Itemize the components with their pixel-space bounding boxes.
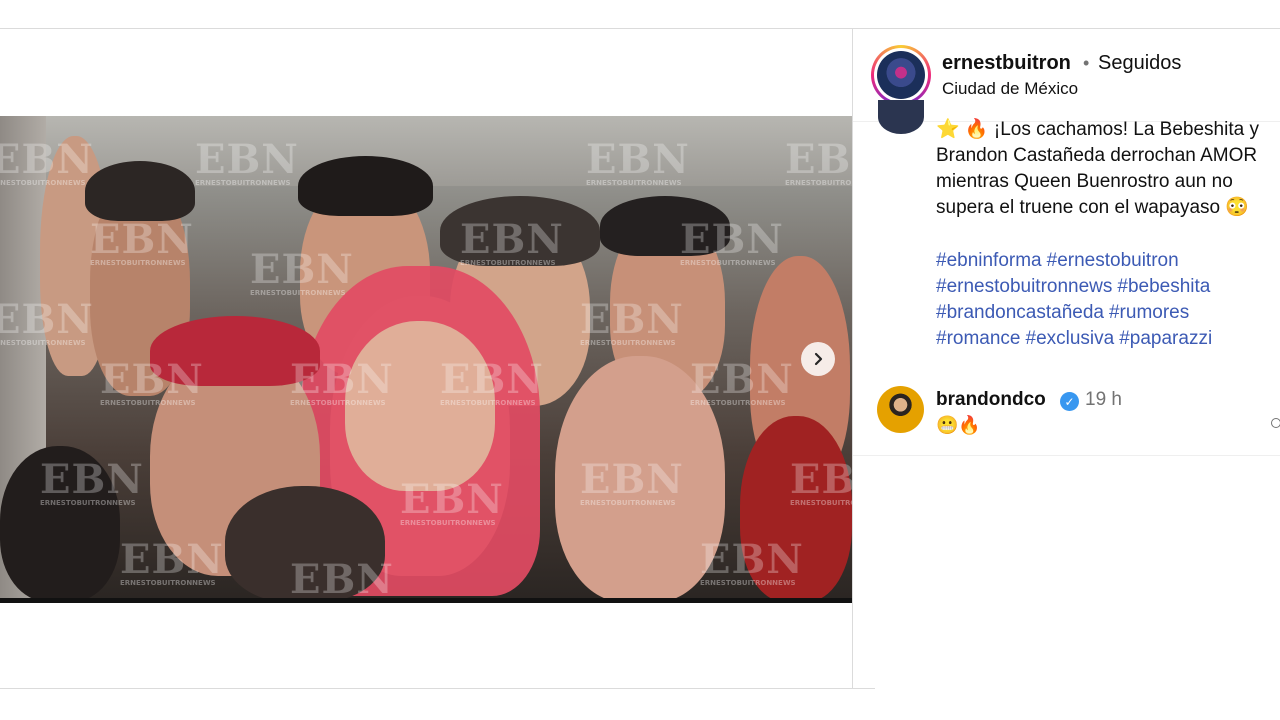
watermark: EBNERNESTOBUITRONNEWS [400,476,504,527]
following-button[interactable]: Seguidos [1098,52,1181,75]
watermark: EBNERNESTOBUITRONNEWS [690,356,794,407]
watermark: EBNERNESTOBUITRONNEWS [90,216,194,267]
watermark: EBNERNESTOBUITRONNEWS [290,356,394,407]
caption-line: Brandon Castañeda derrochan AMOR [936,145,1258,166]
watermark: EBNERNESTOBUITRONNEWS [250,246,354,297]
watermark: EBNERNESTOBUITRONNEWS [580,296,684,347]
avatar-frame [874,48,928,102]
post-username[interactable]: ernestbuitron [942,52,1071,75]
photo-hair [298,156,433,216]
post-caption: ⭐ 🔥 ¡Los cachamos! La Bebeshita y Brando… [936,117,1280,221]
post-media[interactable]: EBNERNESTOBUITRONNEWS EBNERNESTOBUITRONN… [0,116,852,602]
comment-text: 😬🔥 [936,415,981,435]
watermark: EBNERNESTOBUITRONNEWS [120,536,224,587]
watermark: EBNERNESTOBUITRONNEWS [460,216,564,267]
comment-like-icon[interactable] [1271,418,1280,428]
story-ring[interactable] [871,45,931,105]
panel-divider [852,29,853,689]
watermark: EBNERNESTOBUITRONNEWS [0,136,94,187]
hashtag-link[interactable]: #ernestobuitronnews [936,276,1112,297]
caption-line: supera el truene con el wapayaso 😳 [936,197,1250,218]
watermark: EBNERNESTOBUITRONNEWS [586,136,690,187]
caption-avatar[interactable] [878,100,924,134]
verified-badge-icon: ✓ [1060,392,1079,411]
instagram-post-view: EBNERNESTOBUITRONNEWS EBNERNESTOBUITRONN… [0,0,1280,720]
carousel-next-button[interactable] [801,342,835,376]
comment-timestamp[interactable]: 19 h [1085,389,1122,411]
post-location[interactable]: Ciudad de México [942,79,1078,99]
watermark: EBNERNESTOBUITRONNEWS [580,456,684,507]
header-separator: • [1083,53,1090,73]
hashtag-link[interactable]: #rumores [1109,302,1189,323]
bottom-divider [0,688,875,689]
watermark: EBNERNESTOBUITRONNEWS [40,456,144,507]
comment-avatar[interactable] [877,386,924,433]
watermark: EBNERNESTOBUITRONNEWS [790,456,852,507]
hashtag-link[interactable]: #bebeshita [1117,276,1210,297]
caption-line: ⭐ 🔥 ¡Los cachamos! La Bebeshita y [936,119,1259,140]
watermark: EBNERNESTOBUITRONNEWS [0,296,94,347]
hashtag-link[interactable]: #romance [936,328,1021,349]
watermark: EBNERNESTOBUITRONNEWS [785,136,852,187]
comment-divider [853,455,1280,456]
hashtag-link[interactable]: #paparazzi [1119,328,1212,349]
avatar[interactable] [877,51,925,99]
watermark: EBNERNESTOBUITRONNEWS [440,356,544,407]
hashtag-link[interactable]: #ebninforma [936,250,1042,271]
caption-line: mientras Queen Buenrostro aun no [936,171,1233,192]
chevron-right-icon [814,352,823,366]
media-bottom-edge [0,598,852,603]
watermark: EBNERNESTOBUITRONNEWS [100,356,204,407]
photo-cap [85,161,195,221]
watermark: EBNERNESTOBUITRONNEWS [680,216,784,267]
watermark: EBN [290,556,394,602]
hashtag-link[interactable]: #exclusiva [1026,328,1115,349]
hashtag-link[interactable]: #ernestobuitron [1047,250,1179,271]
hashtag-link[interactable]: #brandoncastañeda [936,302,1104,323]
watermark: EBNERNESTOBUITRONNEWS [700,536,804,587]
watermark: EBNERNESTOBUITRONNEWS [195,136,299,187]
comment-username[interactable]: brandondco [936,389,1046,411]
caption-hashtags: #ebninforma #ernestobuitron #ernestobuitr… [936,248,1280,352]
